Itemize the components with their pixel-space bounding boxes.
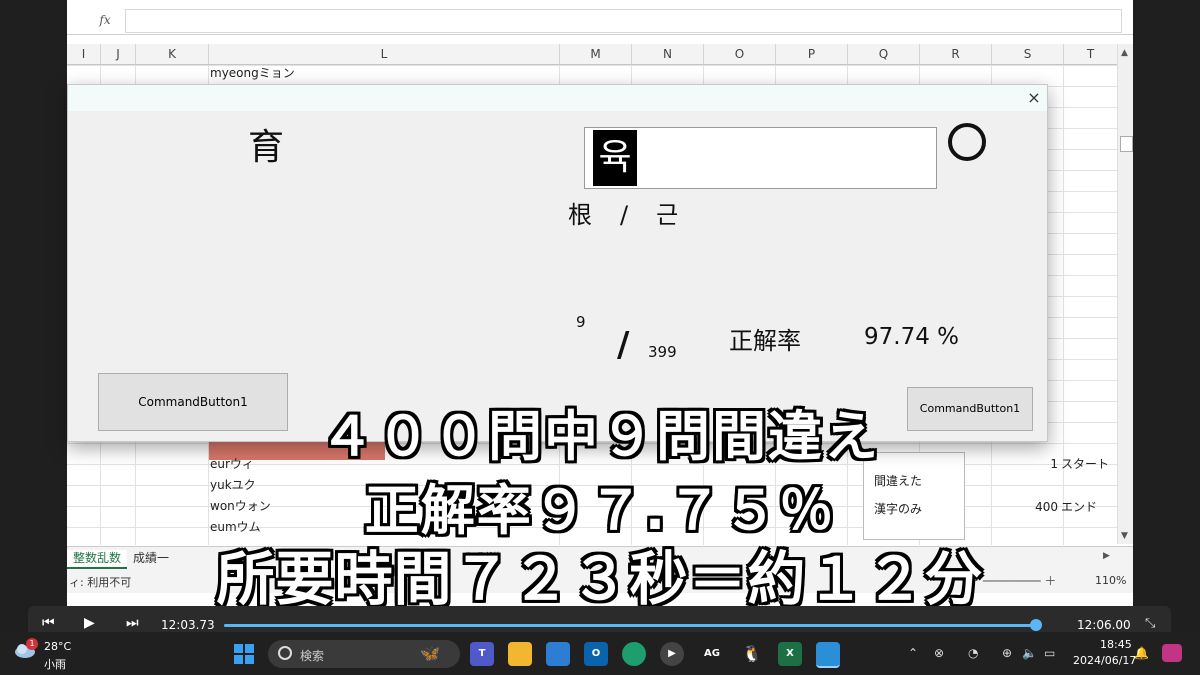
caption-line-1: ４００問中９問間違え — [320, 405, 880, 468]
copilot-icon[interactable] — [1162, 644, 1182, 662]
column-header-o[interactable]: O — [704, 44, 776, 64]
rate-value: 97.74 % — [864, 324, 960, 350]
search-icon — [278, 646, 292, 660]
close-icon[interactable]: × — [1023, 87, 1045, 109]
expand-icon[interactable]: ⤡ — [1145, 616, 1155, 631]
weather-widget[interactable]: 1 28°C 小雨 — [14, 638, 74, 672]
clock-date[interactable]: 2024/06/17 — [1073, 654, 1136, 667]
fx-button[interactable]: fx — [95, 10, 115, 30]
butterfly-icon: 🦋 — [420, 644, 440, 663]
end-time: 12:06.00 — [1077, 618, 1131, 632]
windows-logo-icon — [234, 644, 243, 653]
quiz-dialog: × 育 육 根 / 근 9 / 399 正解率 97.74 % CommandB… — [67, 84, 1048, 442]
edge-icon[interactable] — [622, 642, 646, 666]
outlook-icon[interactable]: O — [584, 642, 608, 666]
rate-label: 正解率 — [729, 327, 801, 355]
answer-input[interactable]: 육 — [584, 127, 937, 189]
column-header-t[interactable]: T — [1064, 44, 1118, 64]
seek-progress — [224, 624, 1037, 627]
formula-input[interactable] — [125, 9, 1122, 33]
store-icon[interactable] — [546, 642, 570, 666]
temperature: 28°C — [44, 640, 72, 653]
sync-icon[interactable]: ◔ — [968, 646, 978, 660]
search-label: 検索 — [300, 649, 325, 663]
question-kanji: 育 — [248, 127, 285, 168]
teams-icon[interactable]: T — [470, 642, 494, 666]
column-header-m[interactable]: M — [560, 44, 632, 64]
formula-bar: fx — [67, 6, 1133, 35]
column-header-n[interactable]: N — [632, 44, 704, 64]
tray-app-icon[interactable]: ⊗ — [934, 646, 944, 660]
weather-badge: 1 — [26, 638, 38, 650]
ag-app-icon[interactable]: AG — [700, 642, 724, 666]
column-header-j[interactable]: J — [101, 44, 136, 64]
cell-l-top[interactable]: myeongミョン — [210, 63, 295, 83]
excel-icon[interactable]: X — [778, 642, 802, 666]
media-player-icon[interactable]: ▶ — [660, 642, 684, 666]
taskbar-search[interactable]: 検索 🦋 — [268, 640, 460, 668]
file-explorer-icon[interactable] — [508, 642, 532, 666]
volume-icon[interactable]: 🔈 — [1022, 646, 1037, 660]
column-header-l[interactable]: L — [209, 44, 560, 64]
dialog-titlebar: × — [68, 85, 1047, 111]
question-slash: / — [617, 325, 630, 365]
clock-time[interactable]: 18:45 — [1100, 638, 1132, 651]
network-icon[interactable]: ⊕ — [1002, 646, 1012, 660]
seek-handle[interactable] — [1030, 619, 1043, 631]
system-tray: ⌃ ⊗ ◔ ⊕ 🔈 ▭ 🔔 — [900, 632, 1200, 675]
column-header-k[interactable]: K — [136, 44, 209, 64]
penguin-icon[interactable]: 🐧 — [740, 642, 764, 666]
question-total: 399 — [648, 343, 677, 361]
seek-bar[interactable] — [224, 619, 1043, 631]
question-number: 9 — [576, 313, 586, 331]
caption-line-3: 所要時間７２３秒＝約１２分 — [216, 545, 984, 613]
hint-text: 根 / 근 — [568, 201, 681, 229]
chevron-up-icon[interactable]: ⌃ — [908, 646, 918, 660]
column-header-s[interactable]: S — [992, 44, 1064, 64]
column-headers: I J K L M N O P Q R S T — [67, 44, 1118, 65]
column-header-q[interactable]: Q — [848, 44, 920, 64]
skip-forward-icon[interactable]: ⏭ — [126, 615, 139, 631]
skip-back-icon[interactable]: ⏮ — [42, 615, 55, 631]
start-button[interactable] — [234, 644, 254, 664]
column-header-i[interactable]: I — [67, 44, 101, 64]
scroll-thumb[interactable] — [1120, 136, 1133, 152]
current-time: 12:03.73 — [161, 618, 215, 632]
correct-circle-icon — [948, 123, 986, 161]
column-header-p[interactable]: P — [776, 44, 848, 64]
column-header-r[interactable]: R — [920, 44, 992, 64]
taskbar: 1 28°C 小雨 検索 🦋 T O ▶ AG 🐧 X ⌃ ⊗ ◔ ⊕ 🔈 ▭ … — [0, 632, 1200, 675]
battery-icon[interactable]: ▭ — [1044, 646, 1055, 660]
scroll-up-icon[interactable]: ▲ — [1121, 48, 1128, 58]
play-icon[interactable]: ▶ — [84, 615, 95, 631]
answer-selected-text: 육 — [593, 130, 637, 186]
photos-icon[interactable] — [816, 642, 840, 668]
weather-condition: 小雨 — [44, 658, 66, 671]
